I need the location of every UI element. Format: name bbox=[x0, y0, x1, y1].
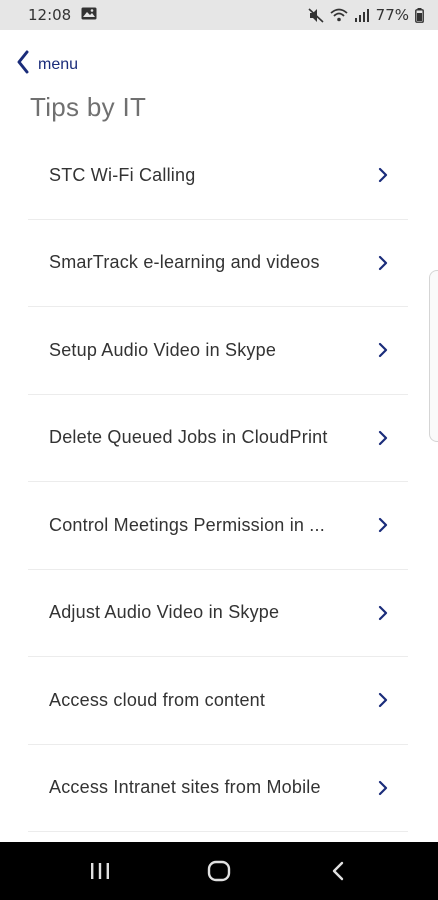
list-item-label: Delete Queued Jobs in CloudPrint bbox=[49, 427, 328, 448]
list-item-label: Control Meetings Permission in ... bbox=[49, 514, 325, 535]
chevron-right-icon bbox=[378, 693, 388, 708]
back-label: menu bbox=[38, 55, 79, 73]
chevron-right-icon bbox=[378, 430, 388, 445]
back-to-menu-button[interactable]: menu bbox=[16, 50, 78, 79]
mute-icon bbox=[308, 7, 324, 23]
list-item-label: Access cloud from content bbox=[49, 689, 266, 710]
list-item-label: Setup Audio Video in Skype bbox=[49, 339, 277, 360]
edge-panel-handle[interactable] bbox=[429, 270, 438, 442]
tips-list: STC Wi-Fi Calling SmarTrack e-learning a… bbox=[28, 132, 408, 832]
status-time: 12:08 bbox=[28, 6, 72, 24]
battery-level: 77% bbox=[375, 6, 409, 24]
chevron-right-icon bbox=[378, 518, 388, 533]
recents-icon bbox=[90, 863, 109, 879]
list-item-label: Adjust Audio Video in Skype bbox=[49, 602, 280, 623]
image-icon bbox=[81, 6, 97, 24]
battery-icon bbox=[415, 7, 424, 23]
signal-icon bbox=[354, 8, 370, 22]
list-item-access-cloud[interactable]: Access cloud from content bbox=[28, 657, 408, 745]
list-item-delete-queued-jobs[interactable]: Delete Queued Jobs in CloudPrint bbox=[28, 395, 408, 482]
home-button[interactable] bbox=[199, 851, 239, 891]
chevron-right-icon bbox=[378, 168, 388, 183]
recents-button[interactable] bbox=[80, 851, 120, 891]
list-item-setup-audio-video-skype[interactable]: Setup Audio Video in Skype bbox=[28, 307, 408, 395]
wifi-icon bbox=[330, 8, 348, 22]
chevron-left-icon bbox=[16, 50, 30, 79]
chevron-right-icon bbox=[378, 343, 388, 358]
chevron-right-icon bbox=[378, 605, 388, 620]
chevron-right-icon bbox=[378, 780, 388, 795]
back-button[interactable] bbox=[318, 851, 358, 891]
list-item-access-intranet[interactable]: Access Intranet sites from Mobile bbox=[28, 745, 408, 832]
list-item-label: STC Wi-Fi Calling bbox=[49, 164, 196, 185]
list-item-label: Access Intranet sites from Mobile bbox=[49, 777, 321, 798]
status-bar: 12:08 77% bbox=[0, 0, 438, 30]
list-item-label: SmarTrack e-learning and videos bbox=[49, 252, 320, 273]
list-item-adjust-audio-video-skype[interactable]: Adjust Audio Video in Skype bbox=[28, 570, 408, 657]
list-item-stc-wifi-calling[interactable]: STC Wi-Fi Calling bbox=[28, 132, 408, 220]
list-item-control-meetings-permission[interactable]: Control Meetings Permission in ... bbox=[28, 482, 408, 570]
page-title: Tips by IT bbox=[30, 92, 147, 122]
navigation-bar bbox=[0, 842, 438, 900]
chevron-right-icon bbox=[378, 255, 388, 270]
back-icon bbox=[333, 861, 344, 881]
list-item-smartrack[interactable]: SmarTrack e-learning and videos bbox=[28, 220, 408, 307]
home-icon bbox=[207, 860, 231, 882]
